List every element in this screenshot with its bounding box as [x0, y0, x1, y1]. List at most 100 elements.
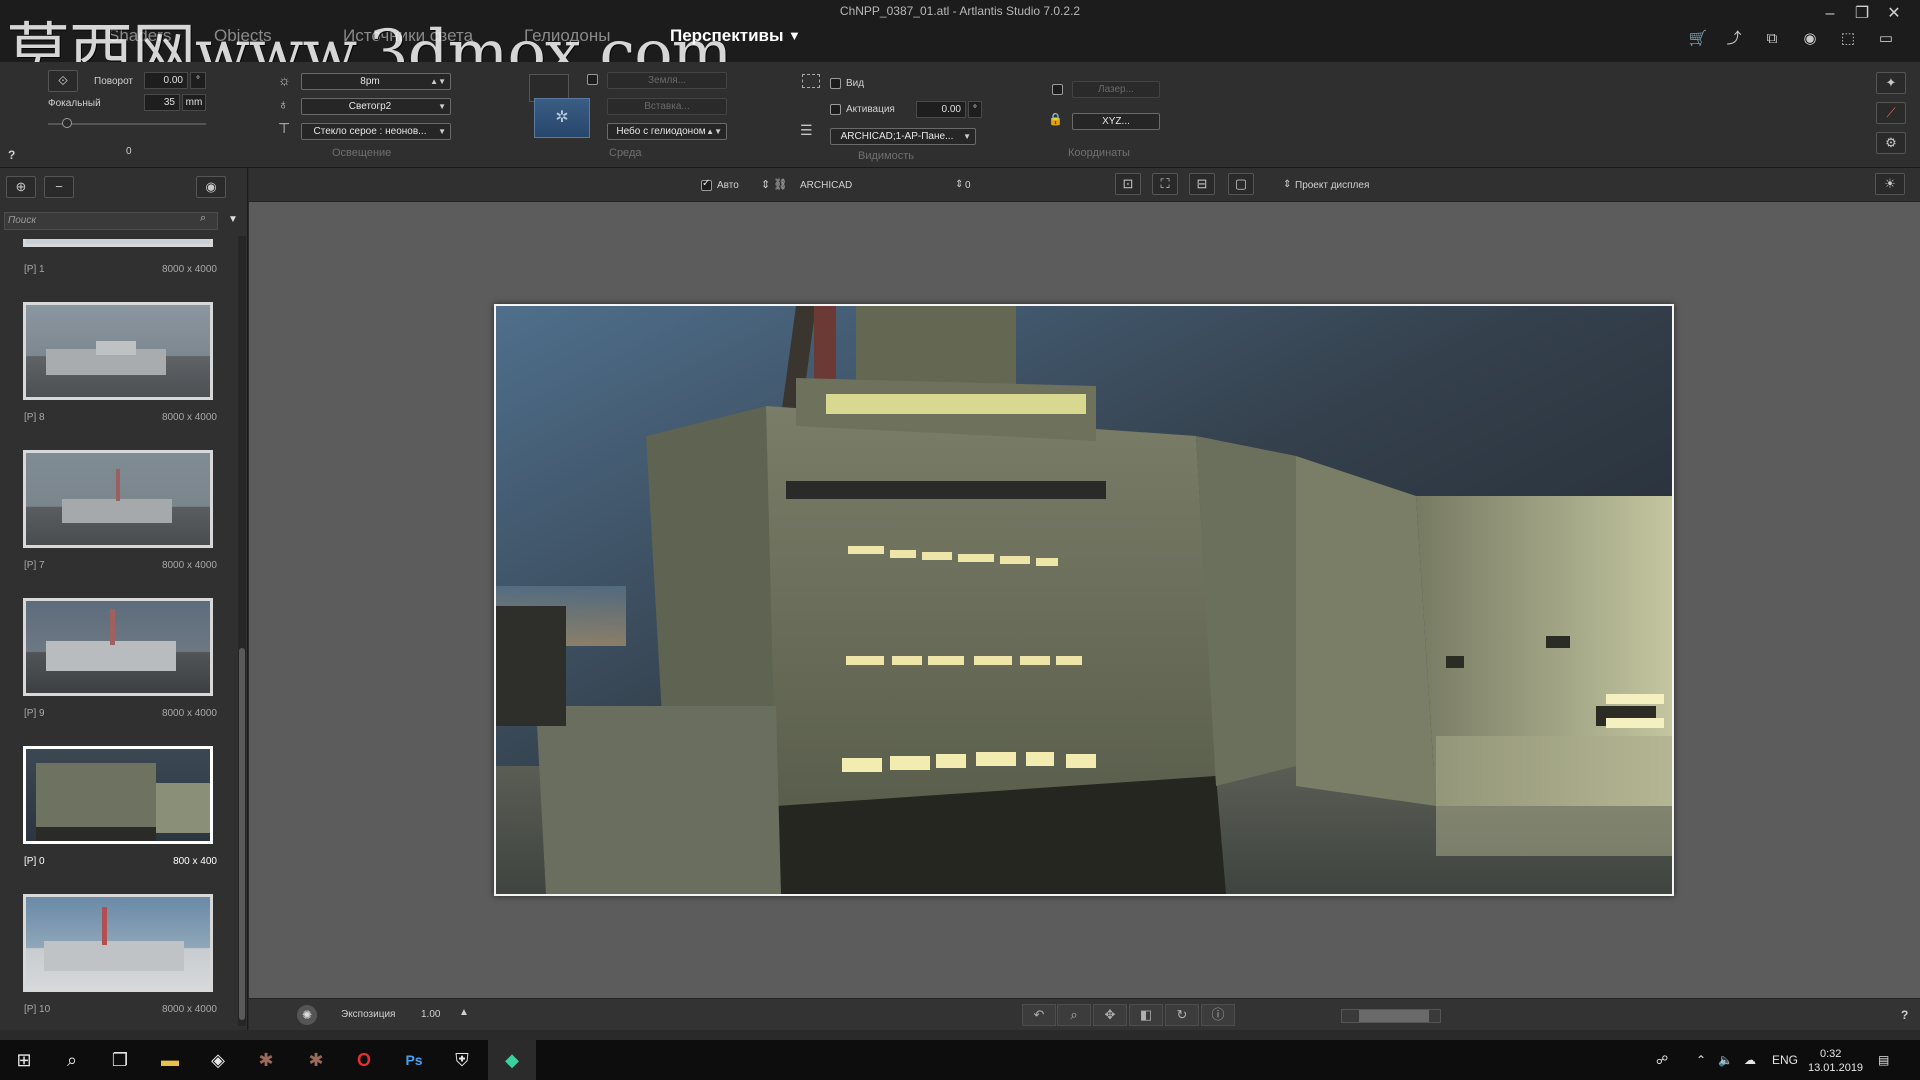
artlantis-icon[interactable]: ◆: [488, 1040, 536, 1080]
thumbnail-image[interactable]: [23, 894, 213, 992]
opera-icon[interactable]: O: [340, 1040, 388, 1080]
activation-checkbox[interactable]: [830, 104, 841, 115]
thumbnail-image[interactable]: [23, 239, 213, 247]
clock-date[interactable]: 13.01.2019: [1808, 1048, 1863, 1080]
thumbnail-size: 8000 x 4000: [161, 560, 217, 571]
rotation-field[interactable]: 0.00: [144, 72, 188, 89]
menu-shaders[interactable]: Shaders: [108, 26, 171, 46]
auto-checkbox[interactable]: [701, 178, 712, 191]
laser-button[interactable]: Лазер...: [1072, 81, 1160, 98]
search-input[interactable]: Поиск: [4, 212, 218, 230]
file-explorer-icon[interactable]: ▬: [146, 1040, 194, 1080]
photoshop-icon[interactable]: Ps: [390, 1040, 438, 1080]
zoom-icon[interactable]: ⌕: [1057, 1004, 1091, 1026]
region-icon[interactable]: ⊟: [1189, 173, 1215, 195]
thumbnail-chimney: [116, 469, 120, 501]
focal-slider-handle[interactable]: [62, 118, 72, 128]
ground-checkbox[interactable]: [587, 74, 598, 85]
start-icon[interactable]: ⊞: [0, 1040, 48, 1080]
display-icon[interactable]: ▢: [1228, 173, 1254, 195]
xyz-button[interactable]: XYZ...: [1072, 113, 1160, 130]
sky-preview-icon[interactable]: ✲: [534, 98, 590, 138]
focal-field[interactable]: 35: [144, 94, 180, 111]
notifications-icon[interactable]: ▤: [1878, 1040, 1889, 1080]
windows-icon[interactable]: ⧉: [1758, 28, 1786, 50]
perspectives-dropdown-icon[interactable]: ▼: [788, 28, 801, 43]
ground-button[interactable]: Земля...: [607, 72, 727, 89]
exposure-up-icon[interactable]: ▲: [459, 1007, 469, 1018]
layer-dropdown[interactable]: ARCHICAD;1-АР-Пане... ▼: [830, 128, 976, 145]
thumbnail-size: 8000 x 4000: [161, 1004, 217, 1015]
volume-icon[interactable]: 🔈: [1718, 1040, 1733, 1080]
activation-field[interactable]: 0.00: [916, 101, 966, 118]
walk-icon[interactable]: ◧: [1129, 1004, 1163, 1026]
cloud-icon[interactable]: ☁: [1744, 1040, 1756, 1080]
material-dropdown[interactable]: Стекло серое : неонов... ▼: [301, 123, 451, 140]
exposure-label: Экспозиция: [341, 1009, 396, 1020]
collapse-icon[interactable]: ☀: [1875, 173, 1905, 195]
help-icon[interactable]: ?: [1901, 1008, 1908, 1022]
cart-icon[interactable]: 🛒: [1684, 28, 1712, 50]
menu-lights[interactable]: Источники света: [343, 26, 473, 46]
info-icon[interactable]: ⓘ: [1201, 1004, 1235, 1026]
display-sort-icon[interactable]: ⇕: [1283, 179, 1291, 190]
menu-objects[interactable]: Objects: [214, 26, 272, 46]
menu-perspectives[interactable]: Перспективы: [670, 26, 784, 46]
laser-checkbox[interactable]: [1052, 84, 1063, 95]
menu-heliodons[interactable]: Гелиодоны: [524, 26, 610, 46]
thumbnail-building: [156, 783, 210, 833]
view-checkbox[interactable]: [830, 78, 841, 89]
language-indicator[interactable]: ENG: [1772, 1040, 1798, 1080]
time-dropdown[interactable]: 8pm ▲▼: [301, 73, 451, 90]
display-project-label[interactable]: Проект дисплея: [1295, 180, 1369, 191]
minimize-icon[interactable]: –: [1816, 2, 1844, 26]
render-icon[interactable]: ▭: [1872, 28, 1900, 50]
bug-icon[interactable]: ✱: [242, 1040, 290, 1080]
bug-icon[interactable]: ✱: [292, 1040, 340, 1080]
restore-icon[interactable]: ❐: [1848, 2, 1876, 26]
shield-icon[interactable]: ⛨: [438, 1040, 486, 1080]
undo-icon[interactable]: ↶: [1022, 1004, 1056, 1026]
frame-icon[interactable]: ⛶: [1152, 173, 1178, 195]
tray-expand-icon[interactable]: ⌃: [1696, 1040, 1706, 1080]
value-stepper-icon[interactable]: ⇕: [955, 179, 963, 190]
sky-dropdown[interactable]: Небо с гелиодоном ▲▼: [607, 123, 727, 140]
camera-icon[interactable]: ◉: [1796, 28, 1824, 50]
exposure-value[interactable]: 1.00: [421, 1009, 440, 1020]
help-icon[interactable]: ?: [8, 148, 15, 162]
perspectives-list-panel: ⊕ − ◉ Поиск ⌕ ▼ [P] 1 8000 x 4000 [P] 8 …: [0, 168, 248, 1030]
source-value[interactable]: 0: [965, 180, 971, 191]
render-preview[interactable]: [494, 304, 1674, 896]
app-icon[interactable]: ◈: [194, 1040, 242, 1080]
thumbnail-image[interactable]: [23, 450, 213, 548]
light-group-dropdown[interactable]: Светогр2 ▼: [301, 98, 451, 115]
sparkle-icon[interactable]: ✦: [1876, 72, 1906, 94]
thumbnail-image[interactable]: [23, 598, 213, 696]
source-sort-icon[interactable]: ⇕ ⛓: [761, 178, 787, 191]
remove-view-icon[interactable]: −: [44, 176, 74, 198]
close-icon[interactable]: ✕: [1880, 2, 1908, 26]
color-line-icon[interactable]: ⟋: [1876, 102, 1906, 124]
filter-dropdown-icon[interactable]: ▼: [228, 214, 238, 225]
fit-view-icon[interactable]: ⊡: [1115, 173, 1141, 195]
export-icon[interactable]: ⤴: [1720, 28, 1748, 50]
people-icon[interactable]: ☍: [1656, 1040, 1668, 1080]
list-scrollbar-thumb[interactable]: [239, 648, 245, 1020]
orbit-icon[interactable]: ↻: [1165, 1004, 1199, 1026]
crop-icon[interactable]: ⬚: [1834, 28, 1862, 50]
layers-icon: ☰: [800, 122, 813, 138]
exposure-icon[interactable]: ✺: [297, 1005, 317, 1025]
pan-icon[interactable]: ✥: [1093, 1004, 1127, 1026]
camera-view-icon[interactable]: ⟐: [48, 70, 78, 92]
insert-button[interactable]: Вставка...: [607, 98, 727, 115]
add-view-icon[interactable]: ⊕: [6, 176, 36, 198]
zoom-slider-thumb[interactable]: [1359, 1010, 1429, 1022]
light-group-value: Светогр2: [348, 101, 392, 112]
eye-icon[interactable]: ◉: [196, 176, 226, 198]
thumbnail-image-selected[interactable]: [23, 746, 213, 844]
search-icon[interactable]: ⌕: [200, 212, 206, 225]
gear-icon[interactable]: ⚙: [1876, 132, 1906, 154]
thumbnail-image[interactable]: [23, 302, 213, 400]
task-view-icon[interactable]: ❐: [96, 1040, 144, 1080]
search-icon[interactable]: ⌕: [48, 1040, 96, 1080]
